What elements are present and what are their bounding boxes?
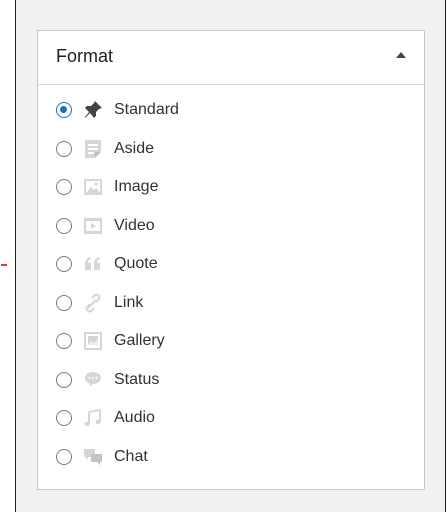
format-option-gallery[interactable]: Gallery bbox=[56, 322, 179, 361]
label-chat: Chat bbox=[114, 447, 148, 465]
radio-audio[interactable] bbox=[56, 410, 72, 427]
chat-icon bbox=[82, 446, 104, 468]
label-status: Status bbox=[114, 370, 160, 388]
radio-link[interactable] bbox=[56, 294, 72, 311]
format-option-video[interactable]: Video bbox=[56, 207, 179, 246]
image-icon bbox=[82, 176, 104, 198]
label-gallery: Gallery bbox=[114, 332, 165, 350]
radio-quote[interactable] bbox=[56, 256, 72, 273]
format-option-image[interactable]: Image bbox=[56, 168, 179, 207]
label-audio: Audio bbox=[114, 409, 155, 427]
link-icon bbox=[82, 292, 104, 314]
radio-video[interactable] bbox=[56, 217, 72, 234]
format-option-standard[interactable]: Standard bbox=[56, 91, 179, 130]
format-option-link[interactable]: Link bbox=[56, 284, 179, 323]
label-link: Link bbox=[114, 293, 144, 311]
red-marker bbox=[1, 264, 7, 266]
label-video: Video bbox=[114, 216, 155, 234]
format-panel: Format Standard Aside Image Video Quote … bbox=[37, 30, 425, 490]
status-icon bbox=[82, 369, 104, 391]
quote-icon bbox=[82, 253, 104, 275]
format-options: Standard Aside Image Video Quote Link Ga… bbox=[56, 91, 179, 476]
format-option-status[interactable]: Status bbox=[56, 361, 179, 400]
radio-chat[interactable] bbox=[56, 448, 72, 465]
video-icon bbox=[82, 215, 104, 237]
pin-icon bbox=[82, 99, 104, 121]
label-aside: Aside bbox=[114, 139, 155, 157]
aside-icon bbox=[82, 138, 104, 160]
radio-image[interactable] bbox=[56, 179, 72, 196]
radio-standard[interactable] bbox=[56, 102, 72, 119]
label-quote: Quote bbox=[114, 255, 158, 273]
format-option-quote[interactable]: Quote bbox=[56, 245, 179, 284]
radio-status[interactable] bbox=[56, 371, 72, 388]
gallery-icon bbox=[82, 330, 104, 352]
format-option-audio[interactable]: Audio bbox=[56, 399, 179, 438]
radio-aside[interactable] bbox=[56, 140, 72, 157]
panel-title: Format bbox=[56, 46, 114, 66]
radio-gallery[interactable] bbox=[56, 333, 72, 350]
audio-icon bbox=[82, 407, 104, 429]
format-option-aside[interactable]: Aside bbox=[56, 130, 179, 169]
format-option-chat[interactable]: Chat bbox=[56, 438, 179, 477]
label-standard: Standard bbox=[114, 101, 179, 119]
triangle-up-icon[interactable] bbox=[396, 52, 406, 58]
panel-header[interactable]: Format bbox=[38, 31, 424, 85]
label-image: Image bbox=[114, 178, 159, 196]
